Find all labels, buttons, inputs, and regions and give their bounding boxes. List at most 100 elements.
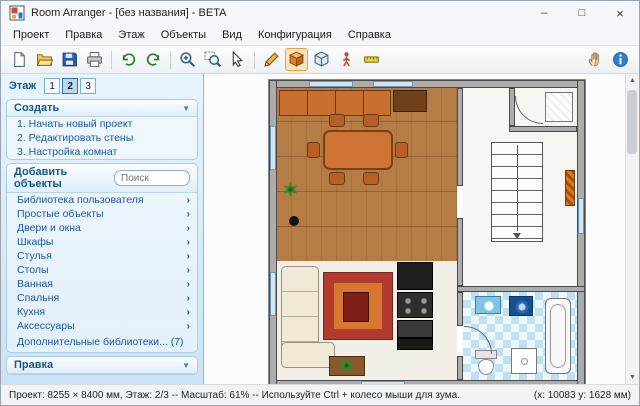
- measure-button[interactable]: [360, 48, 383, 71]
- category-kitchen[interactable]: Кухня›: [7, 305, 197, 319]
- bathroom-wall-top[interactable]: [457, 286, 585, 292]
- close-button[interactable]: ×: [601, 1, 639, 25]
- edit-panel-header[interactable]: Правка ▼: [7, 357, 197, 374]
- window[interactable]: [578, 198, 584, 234]
- insert-object-button[interactable]: [285, 48, 308, 71]
- category-user-library[interactable]: Библиотека пользователя›: [7, 193, 197, 207]
- scrollbar-thumb[interactable]: [627, 90, 637, 154]
- divider-wall-upper[interactable]: [457, 88, 463, 186]
- divider-wall-lower[interactable]: [457, 218, 463, 286]
- chair[interactable]: [329, 114, 345, 127]
- category-accessories[interactable]: Аксессуары›: [7, 319, 197, 333]
- redo-button[interactable]: [142, 48, 165, 71]
- chevron-right-icon: ›: [187, 251, 190, 262]
- view-3d-button[interactable]: [310, 48, 333, 71]
- open-project-button[interactable]: [33, 48, 56, 71]
- save-project-button[interactable]: [58, 48, 81, 71]
- chair[interactable]: [363, 172, 379, 185]
- category-tables[interactable]: Столы›: [7, 263, 197, 277]
- category-doors-windows[interactable]: Двери и окна›: [7, 221, 197, 235]
- chair[interactable]: [307, 142, 320, 158]
- new-project-button[interactable]: [8, 48, 31, 71]
- kitchen-base[interactable]: [397, 338, 433, 350]
- undo-button[interactable]: [117, 48, 140, 71]
- chair[interactable]: [395, 142, 408, 158]
- fridge[interactable]: [397, 262, 433, 290]
- washing-machine[interactable]: [509, 296, 533, 316]
- closet-wall-vertical[interactable]: [509, 88, 515, 126]
- menu-help[interactable]: Справка: [340, 27, 399, 43]
- create-step-room-setup[interactable]: 3. Настройка комнат: [7, 145, 197, 159]
- menu-edit[interactable]: Правка: [57, 27, 110, 43]
- about-info-button[interactable]: [609, 48, 632, 71]
- select-pointer-button[interactable]: [226, 48, 249, 71]
- toolbar-right-group: [583, 48, 633, 71]
- titlebar: Room Arranger - [без названия] - BETA – …: [1, 1, 639, 25]
- kitchen-cabinet-row[interactable]: [279, 90, 391, 116]
- zoom-window-button[interactable]: [201, 48, 224, 71]
- window[interactable]: [361, 381, 405, 384]
- chair[interactable]: [329, 172, 345, 185]
- menu-view[interactable]: Вид: [214, 27, 250, 43]
- category-cabinets[interactable]: Шкафы›: [7, 235, 197, 249]
- category-chairs[interactable]: Стулья›: [7, 249, 197, 263]
- outer-wall-bottom[interactable]: [269, 380, 585, 384]
- chair[interactable]: [363, 114, 379, 127]
- category-simple-objects[interactable]: Простые объекты›: [7, 207, 197, 221]
- print-button[interactable]: [83, 48, 106, 71]
- toolbar: [1, 46, 639, 74]
- stool[interactable]: [289, 216, 299, 226]
- menu-configuration[interactable]: Конфигурация: [250, 27, 340, 43]
- category-bedroom[interactable]: Спальня›: [7, 291, 197, 305]
- bathroom-wall-left-lower[interactable]: [457, 356, 463, 380]
- sink[interactable]: [475, 296, 501, 314]
- object-search-input[interactable]: [114, 170, 190, 186]
- pan-hand-button[interactable]: [584, 48, 607, 71]
- dining-table[interactable]: [323, 130, 393, 170]
- create-step-edit-walls[interactable]: 2. Редактировать стены: [7, 131, 197, 145]
- chevron-right-icon: ›: [187, 223, 190, 234]
- floor-tab-3[interactable]: 3: [80, 78, 96, 94]
- floor-plan: [268, 79, 586, 384]
- window[interactable]: [270, 126, 276, 170]
- vertical-scrollbar[interactable]: ▲ ▼: [625, 74, 639, 384]
- walkthrough-button[interactable]: [335, 48, 358, 71]
- window[interactable]: [373, 81, 413, 87]
- menu-project[interactable]: Проект: [5, 27, 57, 43]
- category-bathroom[interactable]: Ванная›: [7, 277, 197, 291]
- create-panel: Создать ▼ 1. Начать новый проект 2. Реда…: [6, 99, 198, 160]
- more-libraries-link[interactable]: Дополнительные библиотеки... (7): [7, 333, 197, 352]
- sofa-section[interactable]: [281, 342, 335, 368]
- bathroom-wall-left-upper[interactable]: [457, 292, 463, 326]
- bathtub[interactable]: [545, 298, 571, 374]
- kitchen-counter[interactable]: [397, 320, 433, 338]
- stair-arrow-icon: [513, 233, 521, 239]
- scroll-down-button[interactable]: ▼: [626, 371, 639, 384]
- coffee-table[interactable]: [343, 292, 369, 322]
- menu-floor[interactable]: Этаж: [110, 27, 152, 43]
- scroll-up-button[interactable]: ▲: [626, 74, 639, 87]
- minimize-button[interactable]: –: [525, 1, 563, 25]
- window[interactable]: [270, 272, 276, 316]
- stove[interactable]: [397, 292, 433, 318]
- wardrobe[interactable]: [393, 90, 427, 112]
- floor-tab-1[interactable]: 1: [44, 78, 60, 94]
- floor-tab-2[interactable]: 2: [62, 78, 78, 94]
- zoom-in-button[interactable]: [176, 48, 199, 71]
- edit-panel-title: Правка: [14, 359, 182, 371]
- create-panel-header[interactable]: Создать ▼: [7, 100, 197, 117]
- window[interactable]: [309, 81, 353, 87]
- shower-tray[interactable]: [511, 348, 537, 374]
- plant-icon[interactable]: [283, 182, 298, 197]
- staircase[interactable]: [491, 142, 543, 242]
- add-objects-header[interactable]: Добавить объекты: [7, 164, 197, 193]
- create-step-new-project[interactable]: 1. Начать новый проект: [7, 117, 197, 131]
- plant-icon[interactable]: [339, 358, 354, 373]
- menu-objects[interactable]: Объекты: [153, 27, 214, 43]
- radiator[interactable]: [565, 170, 575, 206]
- shower-cabin[interactable]: [545, 92, 573, 122]
- plan-canvas[interactable]: ▲ ▼: [204, 74, 639, 384]
- draw-wall-button[interactable]: [260, 48, 283, 71]
- closet-wall-horizontal[interactable]: [509, 126, 577, 132]
- maximize-button[interactable]: □: [563, 1, 601, 25]
